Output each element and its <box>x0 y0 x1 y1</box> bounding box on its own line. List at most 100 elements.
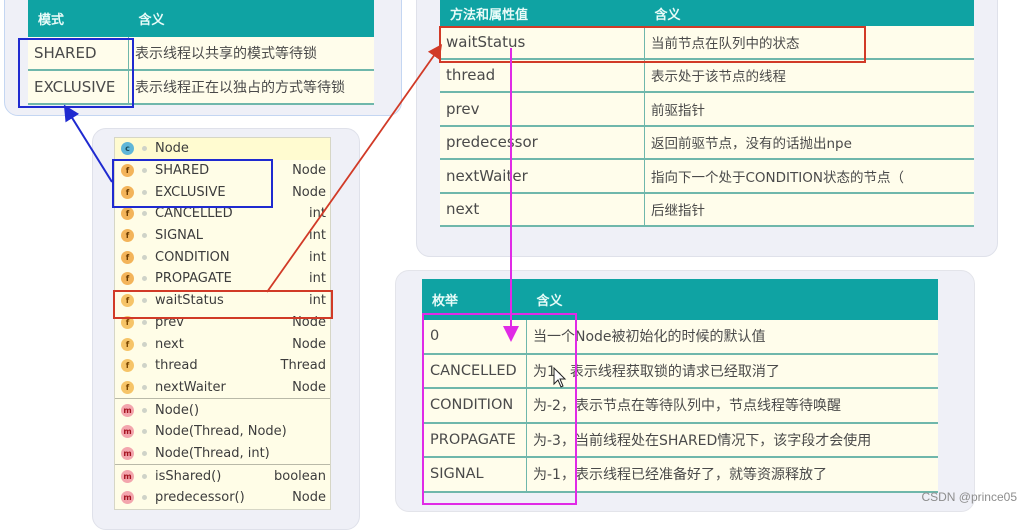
table-row: waitStatus 当前节点在队列中的状态 <box>440 26 974 60</box>
structure-member-row[interactable]: f CANCELLED int <box>115 203 330 225</box>
structure-member-row[interactable]: f SIGNAL int <box>115 225 330 247</box>
table-row: CONDITION 为-2，表示节点在等待队列中，节点线程等待唤醒 <box>422 388 938 424</box>
attribute-name: predecessor <box>440 125 645 160</box>
member-name: Node() <box>155 402 200 418</box>
member-type: boolean <box>274 468 326 484</box>
mode-meaning: 表示线程正在以独占的方式等待锁 <box>128 70 374 105</box>
structure-member-row[interactable]: f nextWaiter Node <box>115 377 330 399</box>
attribute-meaning: 指向下一个处于CONDITION状态的节点（ <box>644 159 974 194</box>
structure-member-row[interactable]: m Node(Thread, Node) <box>115 421 330 443</box>
visibility-dot-icon <box>142 407 147 413</box>
visibility-dot-icon <box>142 473 147 479</box>
member-name: PROPAGATE <box>155 271 232 287</box>
structure-member-row[interactable]: f waitStatus int <box>115 290 330 312</box>
modes-table: 模式 含义 SHARED 表示线程以共享的模式等待锁 EXCLUSIVE 表示线… <box>28 0 374 105</box>
member-type: int <box>309 271 326 287</box>
visibility-dot-icon <box>142 233 147 239</box>
member-name: prev <box>155 314 185 330</box>
enum-name: PROPAGATE <box>422 422 527 458</box>
attribute-name: next <box>440 192 645 227</box>
attribute-name: waitStatus <box>440 26 645 60</box>
structure-class-row[interactable]: c Node <box>115 138 330 160</box>
member-name: CANCELLED <box>155 206 233 222</box>
table-row: predecessor 返回前驱节点，没有的话抛出npe <box>440 125 974 160</box>
structure-member-row[interactable]: m isShared() boolean <box>115 464 330 487</box>
enum-name: CONDITION <box>422 388 527 424</box>
structure-member-row[interactable]: f next Node <box>115 333 330 355</box>
structure-member-row[interactable]: m Node(Thread, int) <box>115 443 330 465</box>
member-type: Node <box>292 163 326 179</box>
table-header-row: 枚举 含义 <box>422 279 938 320</box>
member-type: Node <box>292 490 326 506</box>
structure-member-row[interactable]: f PROPAGATE int <box>115 268 330 290</box>
method-icon: m <box>121 403 134 417</box>
attributes-table: 方法和属性值 含义 waitStatus 当前节点在队列中的状态 thread 表示… <box>440 0 974 227</box>
member-name: nextWaiter <box>155 379 226 395</box>
visibility-dot-icon <box>142 298 147 304</box>
structure-member-row[interactable]: f EXCLUSIVE Node <box>115 181 330 203</box>
final-method-icon: m <box>121 491 134 505</box>
column-header: 枚举 <box>422 279 527 320</box>
table-row: prev 前驱指针 <box>440 92 974 127</box>
static-final-field-icon: f <box>121 164 134 178</box>
method-icon: m <box>121 425 134 439</box>
member-name: Node(Thread, Node) <box>155 424 287 440</box>
class-name: Node <box>155 141 189 157</box>
table-row: 0 当一个Node被初始化的时候的默认值 <box>422 320 938 355</box>
member-type: Node <box>292 379 326 395</box>
table-row: CANCELLED 为1，表示线程获取锁的请求已经取消了 <box>422 353 938 389</box>
visibility-dot-icon <box>142 168 147 174</box>
column-header: 模式 <box>28 0 129 37</box>
member-type: Thread <box>280 358 326 374</box>
field-icon: f <box>121 294 134 308</box>
structure-member-row[interactable]: f thread Thread <box>115 355 330 377</box>
member-name: SHARED <box>155 163 210 179</box>
visibility-dot-icon <box>142 276 147 282</box>
table-header-row: 模式 含义 <box>28 0 374 37</box>
visibility-dot-icon <box>142 495 147 501</box>
structure-member-row[interactable]: m predecessor() Node <box>115 487 330 509</box>
member-name: next <box>155 336 184 352</box>
structure-member-row[interactable]: f CONDITION int <box>115 246 330 268</box>
attribute-meaning: 返回前驱节点，没有的话抛出npe <box>644 125 974 160</box>
member-type: Node <box>292 314 326 330</box>
structure-member-row[interactable]: m Node() <box>115 398 330 421</box>
member-name: waitStatus <box>155 293 224 309</box>
column-header: 方法和属性值 <box>440 0 645 26</box>
member-name: predecessor() <box>155 490 245 506</box>
visibility-dot-icon <box>142 189 147 195</box>
mouse-cursor-icon <box>553 367 567 388</box>
member-type: Node <box>292 184 326 200</box>
visibility-dot-icon <box>142 254 147 260</box>
enum-meaning: 为-3，当前线程处在SHARED情况下，该字段才会使用 <box>526 422 938 458</box>
enum-name: SIGNAL <box>422 457 527 493</box>
column-header: 含义 <box>526 279 938 320</box>
static-final-field-icon: f <box>121 272 134 286</box>
member-name: isShared() <box>155 468 222 484</box>
attribute-meaning: 当前节点在队列中的状态 <box>644 26 974 60</box>
enum-meaning: 当一个Node被初始化的时候的默认值 <box>526 320 938 355</box>
field-icon: f <box>121 359 134 373</box>
enum-meaning: 为-2，表示节点在等待队列中，节点线程等待唤醒 <box>526 388 938 424</box>
column-header: 含义 <box>644 0 974 26</box>
enum-name: CANCELLED <box>422 353 527 389</box>
visibility-dot-icon <box>142 429 147 435</box>
member-name: EXCLUSIVE <box>155 184 226 200</box>
member-type: int <box>309 206 326 222</box>
enum-name: 0 <box>422 320 527 355</box>
member-name: thread <box>155 358 198 374</box>
class-icon: c <box>121 142 134 156</box>
structure-member-row[interactable]: f prev Node <box>115 312 330 334</box>
member-name: CONDITION <box>155 249 230 265</box>
table-row: SHARED 表示线程以共享的模式等待锁 <box>28 37 374 71</box>
attribute-meaning: 表示处于该节点的线程 <box>644 58 974 93</box>
structure-member-row[interactable]: f SHARED Node <box>115 160 330 182</box>
mode-name: EXCLUSIVE <box>28 70 129 105</box>
member-type: Node <box>292 336 326 352</box>
enum-meaning: 为-1，表示线程已经准备好了，就等资源释放了 <box>526 457 938 493</box>
enum-meaning: 为1，表示线程获取锁的请求已经取消了 <box>526 353 938 389</box>
table-row: next 后继指针 <box>440 192 974 227</box>
mode-name: SHARED <box>28 37 129 71</box>
field-icon: f <box>121 380 134 394</box>
attribute-meaning: 后继指针 <box>644 192 974 227</box>
